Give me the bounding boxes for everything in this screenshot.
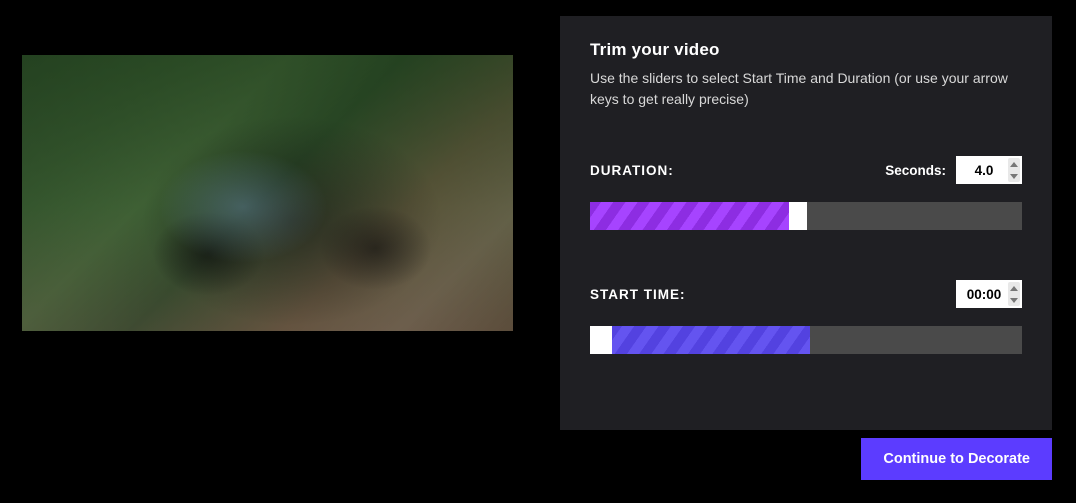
- duration-row: DURATION: Seconds: 4.0: [590, 156, 1022, 184]
- trim-panel: Trim your video Use the sliders to selec…: [560, 16, 1052, 430]
- chevron-up-icon: [1010, 162, 1018, 167]
- duration-input-value: 4.0: [964, 163, 1004, 178]
- duration-unit: Seconds:: [885, 163, 946, 178]
- start-time-input[interactable]: 00:00: [956, 280, 1022, 308]
- chevron-up-icon: [1010, 286, 1018, 291]
- start-time-input-value: 00:00: [964, 287, 1004, 302]
- duration-slider-fill: [590, 202, 789, 230]
- duration-slider-handle[interactable]: [789, 202, 807, 230]
- start-time-slider[interactable]: [590, 326, 1022, 354]
- duration-value-group: Seconds: 4.0: [885, 156, 1022, 184]
- start-time-slider-handle[interactable]: [590, 326, 612, 354]
- duration-spinner: [1008, 158, 1020, 182]
- duration-label: DURATION:: [590, 163, 674, 178]
- video-preview: [22, 55, 513, 331]
- chevron-down-icon: [1010, 298, 1018, 303]
- chevron-down-icon: [1010, 174, 1018, 179]
- start-time-label: START TIME:: [590, 287, 686, 302]
- panel-title: Trim your video: [590, 40, 1022, 60]
- start-time-step-down[interactable]: [1008, 294, 1020, 306]
- start-time-value-group: 00:00: [956, 280, 1022, 308]
- start-time-slider-fill: [612, 326, 811, 354]
- duration-input[interactable]: 4.0: [956, 156, 1022, 184]
- duration-slider[interactable]: [590, 202, 1022, 230]
- start-time-row: START TIME: 00:00: [590, 280, 1022, 308]
- panel-description: Use the sliders to select Start Time and…: [590, 68, 1022, 110]
- duration-step-down[interactable]: [1008, 170, 1020, 182]
- start-time-spinner: [1008, 282, 1020, 306]
- duration-step-up[interactable]: [1008, 158, 1020, 170]
- start-time-step-up[interactable]: [1008, 282, 1020, 294]
- continue-button[interactable]: Continue to Decorate: [861, 438, 1052, 480]
